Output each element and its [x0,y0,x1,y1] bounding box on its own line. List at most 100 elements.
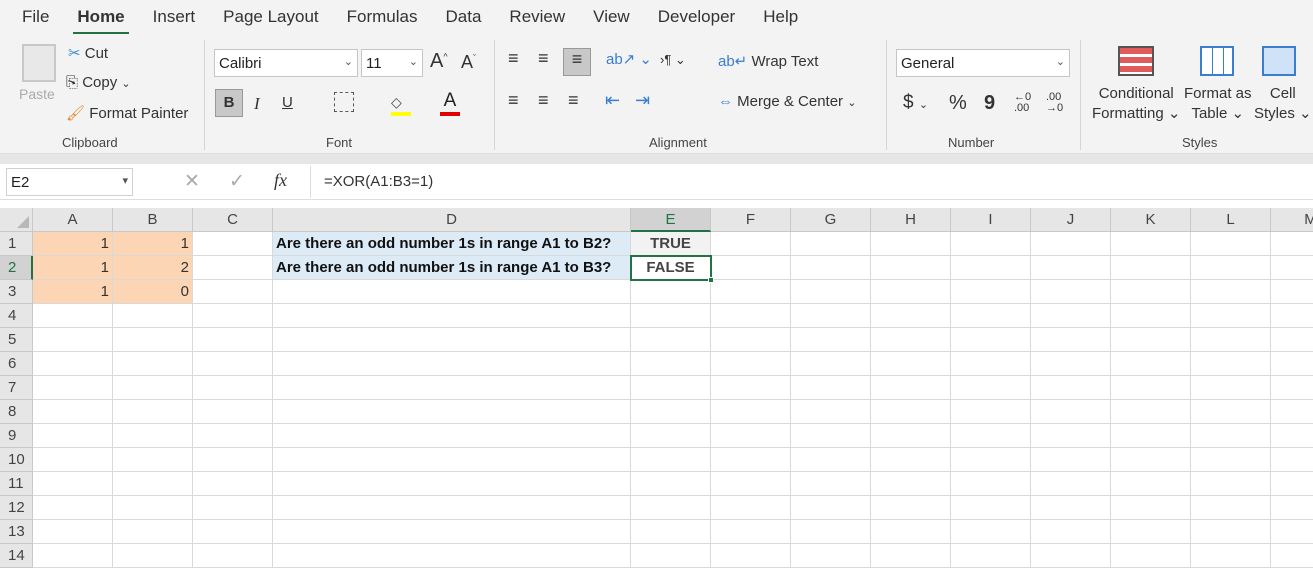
cell-A5[interactable] [33,328,113,352]
cell-M5[interactable] [1271,328,1313,352]
cell-L11[interactable] [1191,472,1271,496]
menu-insert[interactable]: Insert [153,7,196,27]
cell-I5[interactable] [951,328,1031,352]
cell-H13[interactable] [871,520,951,544]
cell-E2[interactable]: FALSE [630,255,714,283]
cell-L8[interactable] [1191,400,1271,424]
name-box[interactable]: E2 ▾ [6,168,133,196]
cell-B9[interactable] [113,424,193,448]
column-header-L[interactable]: L [1191,208,1271,232]
row-header-2[interactable]: 2 [0,256,33,280]
cell-G1[interactable] [791,232,871,256]
increase-font-icon[interactable]: A^ [430,50,448,73]
column-header-H[interactable]: H [871,208,951,232]
cell-A7[interactable] [33,376,113,400]
cell-K11[interactable] [1111,472,1191,496]
cell-D13[interactable] [273,520,631,544]
menu-file[interactable]: File [22,7,49,27]
cell-B8[interactable] [113,400,193,424]
row-header-11[interactable]: 11 [0,472,33,496]
cell-G11[interactable] [791,472,871,496]
cell-F7[interactable] [711,376,791,400]
cell-I13[interactable] [951,520,1031,544]
cell-A14[interactable] [33,544,113,568]
column-header-D[interactable]: D [273,208,631,232]
cell-F5[interactable] [711,328,791,352]
cell-A8[interactable] [33,400,113,424]
cell-H1[interactable] [871,232,951,256]
cell-F1[interactable] [711,232,791,256]
cell-I3[interactable] [951,280,1031,304]
orientation-icon[interactable]: ab↗ ⌄ [606,50,652,68]
decrease-indent-icon[interactable]: ⇤ [605,90,620,111]
cell-L12[interactable] [1191,496,1271,520]
cell-D8[interactable] [273,400,631,424]
cell-B1[interactable]: 1 [113,232,193,256]
cell-F8[interactable] [711,400,791,424]
font-color-icon[interactable]: A [440,90,460,116]
cell-J9[interactable] [1031,424,1111,448]
cell-M11[interactable] [1271,472,1313,496]
cell-G8[interactable] [791,400,871,424]
cell-A3[interactable]: 1 [33,280,113,304]
row-header-3[interactable]: 3 [0,280,33,304]
cell-G13[interactable] [791,520,871,544]
cut-button[interactable]: ✂ Cut [68,44,108,62]
cell-J5[interactable] [1031,328,1111,352]
cell-D12[interactable] [273,496,631,520]
cell-F10[interactable] [711,448,791,472]
menu-data[interactable]: Data [446,7,482,27]
conditional-formatting-button[interactable]: Conditional Formatting ⌄ [1092,84,1180,124]
cell-K4[interactable] [1111,304,1191,328]
cell-M7[interactable] [1271,376,1313,400]
cell-B14[interactable] [113,544,193,568]
column-header-A[interactable]: A [33,208,113,232]
cell-D5[interactable] [273,328,631,352]
cell-K12[interactable] [1111,496,1191,520]
cell-E9[interactable] [631,424,711,448]
menu-help[interactable]: Help [763,7,798,27]
cell-H9[interactable] [871,424,951,448]
cell-H10[interactable] [871,448,951,472]
cell-J12[interactable] [1031,496,1111,520]
cell-M9[interactable] [1271,424,1313,448]
cell-M12[interactable] [1271,496,1313,520]
cell-J2[interactable] [1031,256,1111,280]
cell-J14[interactable] [1031,544,1111,568]
cell-L2[interactable] [1191,256,1271,280]
cell-M10[interactable] [1271,448,1313,472]
cell-L5[interactable] [1191,328,1271,352]
cell-M13[interactable] [1271,520,1313,544]
underline-button[interactable]: U [282,94,293,111]
copy-button[interactable]: ⎘ Copy ⌄ [66,74,131,91]
cell-D7[interactable] [273,376,631,400]
cell-C8[interactable] [193,400,273,424]
cell-B12[interactable] [113,496,193,520]
cell-F9[interactable] [711,424,791,448]
cell-I1[interactable] [951,232,1031,256]
cell-E8[interactable] [631,400,711,424]
cell-L3[interactable] [1191,280,1271,304]
row-header-9[interactable]: 9 [0,424,33,448]
insert-function-icon[interactable]: fx [274,170,287,191]
cell-J6[interactable] [1031,352,1111,376]
cell-A2[interactable]: 1 [33,256,113,280]
cancel-icon[interactable]: ✕ [184,170,200,193]
cell-E5[interactable] [631,328,711,352]
menu-formulas[interactable]: Formulas [347,7,418,27]
cell-L6[interactable] [1191,352,1271,376]
cell-A12[interactable] [33,496,113,520]
cell-L10[interactable] [1191,448,1271,472]
column-header-M[interactable]: M [1271,208,1313,232]
align-top-icon[interactable]: ≡ [508,48,519,69]
row-header-12[interactable]: 12 [0,496,33,520]
column-header-J[interactable]: J [1031,208,1111,232]
cell-J13[interactable] [1031,520,1111,544]
cell-H12[interactable] [871,496,951,520]
cell-A9[interactable] [33,424,113,448]
column-header-G[interactable]: G [791,208,871,232]
currency-button[interactable]: $ ⌄ [903,92,928,114]
cell-K3[interactable] [1111,280,1191,304]
cell-D10[interactable] [273,448,631,472]
cell-I10[interactable] [951,448,1031,472]
